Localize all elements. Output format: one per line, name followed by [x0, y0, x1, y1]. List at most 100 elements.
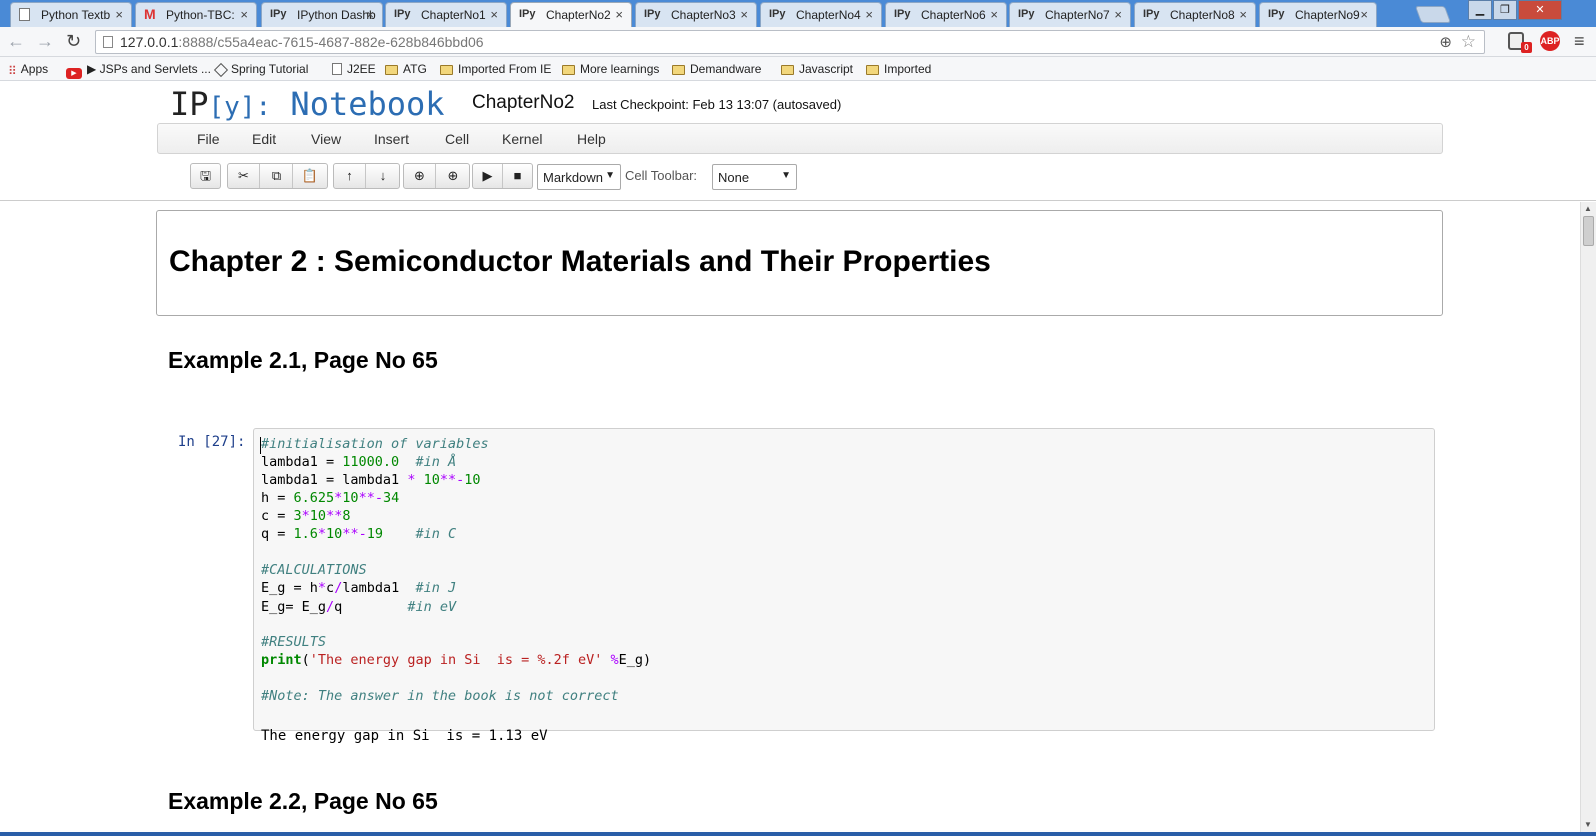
close-tab-icon[interactable]: ×: [240, 7, 248, 22]
code-cell-editor[interactable]: #initialisation of variables lambda1 = 1…: [253, 428, 1435, 731]
save-icon[interactable]: 🖫: [191, 164, 220, 188]
close-tab-icon[interactable]: ×: [115, 7, 123, 22]
menu-help[interactable]: Help: [577, 131, 606, 147]
browser-tab[interactable]: Python Textb ×: [10, 2, 132, 27]
tab-label: ChapterNo2: [546, 8, 611, 22]
close-tab-icon[interactable]: ×: [1239, 7, 1247, 22]
page-scrollbar[interactable]: ▲ ▼: [1580, 202, 1596, 832]
notebook-content: Chapter 2 : Semiconductor Materials and …: [0, 202, 1580, 836]
url-host: 127.0.0.1: [120, 34, 179, 50]
page-icon: [19, 8, 30, 21]
edit-group: ✂ ⧉ 📋: [227, 163, 328, 189]
browser-tab[interactable]: IPy ChapterNo7 ×: [1009, 2, 1131, 27]
run-cell-icon[interactable]: ▶: [473, 164, 503, 188]
bookmark-label: Apps: [20, 62, 49, 76]
interrupt-icon[interactable]: ■: [503, 164, 532, 188]
browser-tab[interactable]: IPy ChapterNo4 ×: [760, 2, 882, 27]
browser-tab[interactable]: M Python-TBC: ×: [135, 2, 257, 27]
menu-file[interactable]: File: [197, 131, 220, 147]
code-line: print('The energy gap in Si is = %.2f eV…: [261, 652, 652, 668]
new-tab-button[interactable]: [1414, 6, 1452, 23]
back-icon[interactable]: ←: [7, 31, 25, 52]
youtube-icon: ▶: [66, 68, 82, 79]
bookmark-item[interactable]: ATG: [385, 62, 427, 76]
menu-cell[interactable]: Cell: [445, 131, 469, 147]
apps-icon: ⠿: [8, 64, 17, 78]
address-bar[interactable]: 127.0.0.1:8888/c55a4eac-7615-4687-882e-6…: [95, 30, 1485, 54]
minimize-button[interactable]: ▁: [1468, 0, 1492, 20]
browser-tab[interactable]: IPy ChapterNo1 ×: [385, 2, 507, 27]
run-group: ▶ ■: [472, 163, 533, 189]
browser-tab[interactable]: IPy ChapterNo6 ×: [885, 2, 1007, 27]
bookmark-label: J2EE: [347, 62, 376, 76]
menu-view[interactable]: View: [311, 131, 341, 147]
cell-type-select[interactable]: Markdown ▼: [537, 164, 621, 190]
bookmark-item[interactable]: ▶ ▶ JSPs and Servlets ...: [66, 62, 211, 79]
ipython-logo[interactable]: IP[y]: Notebook: [170, 85, 445, 123]
close-tab-icon[interactable]: ×: [990, 7, 998, 22]
menu-edit[interactable]: Edit: [252, 131, 276, 147]
close-tab-icon[interactable]: ×: [865, 7, 873, 22]
browser-tab[interactable]: IPy ChapterNo9 ×: [1259, 2, 1377, 27]
bookmark-item[interactable]: J2EE: [332, 62, 376, 76]
zoom-icon[interactable]: ⊕: [1439, 33, 1452, 51]
ipy-icon: IPy: [519, 8, 536, 20]
close-tab-icon[interactable]: ×: [615, 7, 623, 22]
ipy-icon: IPy: [1018, 8, 1035, 20]
insert-below-icon[interactable]: ⊕: [437, 164, 469, 188]
browser-toolbar: ← → ↻ 127.0.0.1:8888/c55a4eac-7615-4687-…: [0, 27, 1596, 57]
bookmark-label: ATG: [403, 62, 427, 76]
code-line: #CALCULATIONS: [261, 562, 367, 578]
bookmark-star-icon[interactable]: ☆: [1461, 32, 1476, 52]
bookmark-item[interactable]: More learnings: [562, 62, 659, 76]
close-window-button[interactable]: ✕: [1518, 0, 1562, 20]
forward-icon[interactable]: →: [36, 31, 54, 52]
move-up-icon[interactable]: ↑: [334, 164, 366, 188]
bookmark-label: Javascript: [799, 62, 854, 76]
notebook-header: IP[y]: Notebook ChapterNo2 Last Checkpoi…: [0, 81, 1596, 201]
insert-above-icon[interactable]: ⊕: [404, 164, 436, 188]
close-tab-icon[interactable]: ×: [1360, 7, 1368, 22]
scroll-thumb[interactable]: [1583, 216, 1594, 246]
code-line: E_g= E_g/q #in eV: [261, 599, 457, 615]
bookmark-item[interactable]: Imported From IE: [440, 62, 551, 76]
close-tab-icon[interactable]: ×: [1114, 7, 1122, 22]
cell-toolbar-label: Cell Toolbar:: [625, 168, 698, 183]
bookmark-item[interactable]: Demandware: [672, 62, 761, 76]
browser-tab[interactable]: IPy ChapterNo8 ×: [1134, 2, 1256, 27]
copy-icon[interactable]: ⧉: [261, 164, 293, 188]
notebook-name[interactable]: ChapterNo2: [472, 92, 574, 114]
tab-label: IPython Dashb: [297, 8, 376, 22]
adblock-icon[interactable]: ABP: [1540, 31, 1560, 51]
gmail-icon: M: [144, 6, 156, 22]
markdown-cell[interactable]: Chapter 2 : Semiconductor Materials and …: [156, 210, 1443, 316]
close-tab-icon[interactable]: ×: [366, 7, 374, 22]
browser-tab[interactable]: IPy ChapterNo2 ×: [510, 2, 632, 28]
cut-icon[interactable]: ✂: [228, 164, 260, 188]
bookmark-item[interactable]: Spring Tutorial: [213, 62, 308, 78]
browser-tab[interactable]: IPy IPython Dashb ×: [261, 2, 383, 27]
maximize-button[interactable]: ❐: [1493, 0, 1517, 20]
close-tab-icon[interactable]: ×: [490, 7, 498, 22]
browser-tab[interactable]: IPy ChapterNo3 ×: [635, 2, 757, 27]
cell-toolbar-select[interactable]: None ▼: [712, 164, 797, 190]
scroll-up-icon[interactable]: ▲: [1584, 204, 1592, 213]
ipy-icon: IPy: [894, 8, 911, 20]
folder-icon: [672, 65, 685, 75]
browser-menu-icon[interactable]: ≡: [1574, 31, 1585, 52]
bookmark-item[interactable]: Imported: [866, 62, 931, 76]
menu-kernel[interactable]: Kernel: [502, 131, 542, 147]
bookmark-item[interactable]: Javascript: [781, 62, 853, 76]
tab-strip: Python Textb × M Python-TBC: × IPy IPython Das…: [0, 0, 1596, 28]
close-tab-icon[interactable]: ×: [740, 7, 748, 22]
move-down-icon[interactable]: ↓: [367, 164, 399, 188]
menu-insert[interactable]: Insert: [374, 131, 409, 147]
bookmark-item[interactable]: ⠿ Apps: [8, 62, 48, 78]
folder-icon: [562, 65, 575, 75]
reload-icon[interactable]: ↻: [66, 31, 81, 52]
scroll-down-icon[interactable]: ▼: [1584, 820, 1592, 829]
folder-icon: [385, 65, 398, 75]
ipy-icon: IPy: [1268, 8, 1285, 20]
paste-icon[interactable]: 📋: [294, 164, 326, 188]
bookmark-label: ▶ JSPs and Servlets ...: [87, 62, 211, 76]
